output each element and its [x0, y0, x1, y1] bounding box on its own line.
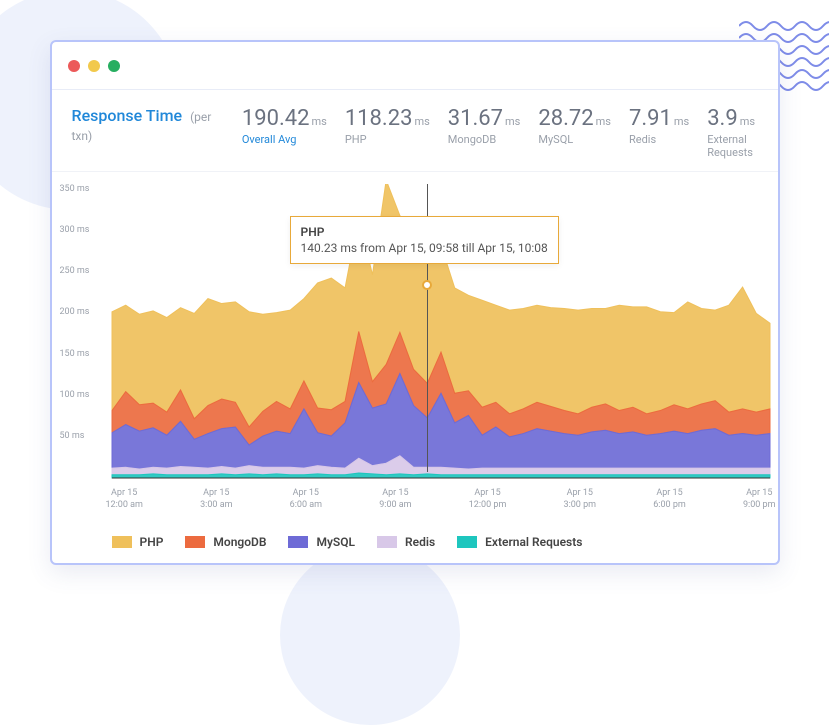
stat-overall: 190.42ms Overall Avg	[242, 106, 327, 159]
stat-redis: 7.91ms Redis	[629, 106, 689, 159]
y-tick-label: 100 ms	[60, 390, 90, 400]
x-axis-ticks: Apr 1512:00 am Apr 153:00 am Apr 156:00 am…	[106, 484, 776, 519]
x-tick-label: Apr 156:00 pm	[653, 488, 686, 511]
swatch-icon	[112, 536, 132, 548]
legend-item-php[interactable]: PHP	[112, 535, 164, 549]
y-tick-label: 200 ms	[60, 307, 90, 317]
x-tick-label: Apr 156:00 am	[290, 488, 322, 511]
y-tick-label: 350 ms	[60, 184, 90, 194]
stat-external: 3.9ms External Requests	[707, 106, 757, 159]
legend-item-mysql[interactable]: MySQL	[288, 535, 355, 549]
stats-header: Response Time (per txn) 190.42ms Overall…	[52, 90, 778, 172]
chart-area[interactable]: 350 ms 300 ms 250 ms 200 ms 150 ms 100 ms 50 m…	[52, 172, 778, 525]
swatch-icon	[377, 536, 397, 548]
legend-item-external[interactable]: External Requests	[457, 535, 582, 549]
y-tick-label: 150 ms	[60, 349, 90, 359]
swatch-icon	[288, 536, 308, 548]
legend-item-mongodb[interactable]: MongoDB	[185, 535, 266, 549]
title-text: Response Time	[72, 106, 183, 125]
y-tick-label: 50 ms	[60, 431, 85, 441]
close-icon[interactable]	[68, 60, 80, 72]
x-tick-label: Apr 1512:00 pm	[469, 488, 507, 511]
chart-crosshair-marker	[422, 280, 432, 290]
stat-php: 118.23ms PHP	[345, 106, 430, 159]
x-tick-label: Apr 1512:00 am	[106, 488, 143, 511]
tooltip-body: 140.23 ms from Apr 15, 09:58 till Apr 15…	[301, 241, 548, 255]
stat-mysql: 28.72ms MySQL	[538, 106, 611, 159]
chart-legend: PHP MongoDB MySQL Redis External Request…	[52, 525, 778, 563]
chart-tooltip: PHP 140.23 ms from Apr 15, 09:58 till Ap…	[290, 216, 559, 264]
minimize-icon[interactable]	[88, 60, 100, 72]
x-tick-label: Apr 159:00 pm	[743, 488, 776, 511]
window-titlebar	[52, 42, 778, 90]
y-tick-label: 300 ms	[60, 225, 90, 235]
page-title: Response Time (per txn)	[72, 106, 224, 144]
x-tick-label: Apr 153:00 am	[200, 488, 232, 511]
swatch-icon	[457, 536, 477, 548]
x-tick-label: Apr 159:00 am	[379, 488, 411, 511]
app-window: Response Time (per txn) 190.42ms Overall…	[50, 40, 780, 565]
y-tick-label: 250 ms	[60, 266, 90, 276]
maximize-icon[interactable]	[108, 60, 120, 72]
decorative-circle	[280, 545, 460, 725]
x-tick-label: Apr 153:00 pm	[564, 488, 597, 511]
legend-item-redis[interactable]: Redis	[377, 535, 435, 549]
swatch-icon	[185, 536, 205, 548]
tooltip-title: PHP	[301, 225, 548, 239]
stat-mongodb: 31.67ms MongoDB	[448, 106, 521, 159]
